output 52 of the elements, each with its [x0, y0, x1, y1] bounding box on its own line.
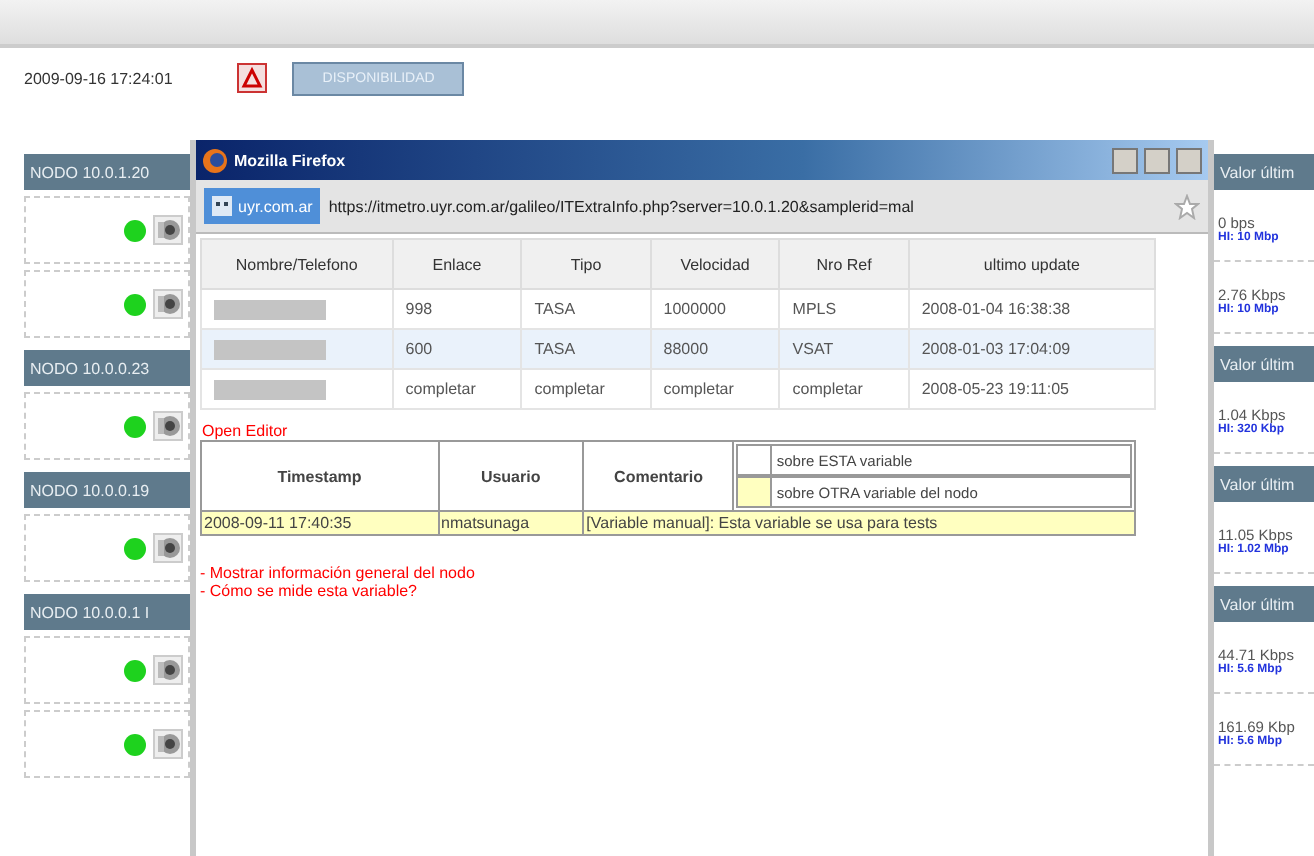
camera-icon[interactable] — [152, 410, 184, 442]
table-cell: VSAT — [779, 329, 909, 369]
info-link[interactable]: - Cómo se mide esta variable? — [200, 582, 1208, 600]
column-header: Timestamp — [201, 441, 439, 511]
camera-icon[interactable] — [152, 288, 184, 320]
node-header: NODO 10.0.0.19 — [24, 472, 190, 508]
node-header: NODO 10.0.1.20 — [24, 154, 190, 190]
status-dot — [124, 537, 146, 559]
star-icon[interactable] — [1174, 193, 1200, 219]
table-cell: completar — [392, 369, 522, 409]
table-row[interactable]: completar completar completar completar 2008-05-23 19:11:05 — [201, 369, 1155, 409]
status-dot — [124, 659, 146, 681]
globe-icon — [202, 147, 228, 173]
face-icon — [212, 196, 232, 216]
camera-icon[interactable] — [152, 728, 184, 760]
url-field[interactable]: https://itmetro.uyr.com.ar/galileo/ITExtraInfo.php?server=10.0.1.20&samplerid=mal — [328, 197, 1166, 215]
column-header: Nro Ref — [779, 239, 909, 289]
node-header: NODO 10.0.0.1 I — [24, 594, 190, 630]
value-header: Valor últim — [1214, 346, 1314, 382]
table-row[interactable]: 600 TASA 88000 VSAT 2008-01-03 17:04:09 — [201, 329, 1155, 369]
open-editor-link[interactable]: Open Editor — [202, 422, 288, 440]
column-header: Tipo — [521, 239, 651, 289]
table-cell: nmatsunaga — [438, 511, 584, 535]
camera-icon[interactable] — [152, 532, 184, 564]
table-cell: 2008-01-03 17:04:09 — [908, 329, 1155, 369]
value-header: Valor últim — [1214, 154, 1314, 190]
table-cell: completar — [779, 369, 909, 409]
status-dot — [124, 415, 146, 437]
status-dot — [124, 219, 146, 241]
value-header: Valor últim — [1214, 586, 1314, 622]
table-cell: 600 — [392, 329, 522, 369]
table-cell: [Variable manual]: Esta variable se usa para tests — [583, 511, 1135, 535]
column-header: Nombre/Telefono — [201, 239, 393, 289]
table-cell: 2008-09-11 17:40:35 — [201, 511, 439, 535]
status-dot — [124, 293, 146, 315]
camera-icon[interactable] — [152, 214, 184, 246]
color-swatch[interactable] — [738, 478, 773, 506]
table-cell: TASA — [521, 329, 651, 369]
column-header: ultimo update — [908, 239, 1155, 289]
camera-icon[interactable] — [152, 654, 184, 686]
window-title: Mozilla Firefox — [234, 151, 348, 169]
table-cell: 2008-05-23 19:11:05 — [908, 369, 1155, 409]
info-link[interactable]: - Mostrar información general del nodo — [200, 564, 1208, 582]
column-header: Enlace — [392, 239, 522, 289]
column-header: Velocidad — [650, 239, 780, 289]
table-cell: completar — [521, 369, 651, 409]
node-header: NODO 10.0.0.23 — [24, 350, 190, 386]
table-cell: 88000 — [650, 329, 780, 369]
status-dot — [124, 733, 146, 755]
table-cell: completar — [650, 369, 780, 409]
value-header: Valor últim — [1214, 466, 1314, 502]
datetime-text: 2009-09-16 17:24:01 — [24, 69, 173, 87]
